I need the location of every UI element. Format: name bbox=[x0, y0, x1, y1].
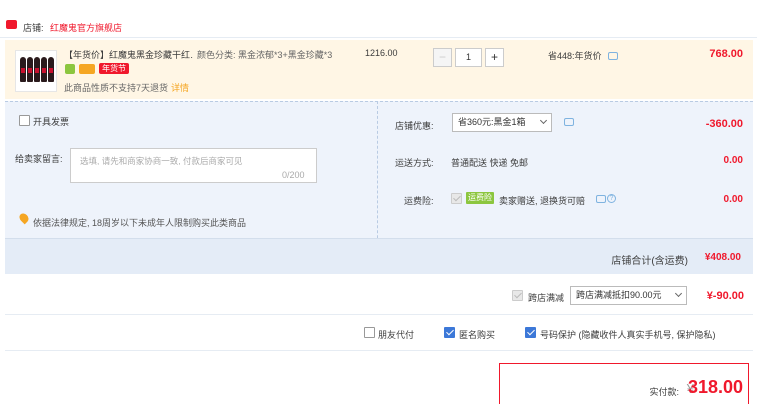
order-item-row: 【年货价】红魔鬼黑金珍藏干红… 年货节 此商品性质不支持7天退货 详情 颜色分类:… bbox=[5, 40, 753, 99]
insurance-desc: 卖家赠送, 退换货可赔 bbox=[499, 196, 586, 206]
store-discount-value: 省360元:黑金1箱 bbox=[458, 117, 526, 127]
friend-pay-label: 朋友代付 bbox=[378, 330, 415, 340]
privacy-label: 号码保护 (隐藏收件人真实手机号, 保护隐私) bbox=[540, 330, 716, 340]
anonymous-label: 匿名购买 bbox=[459, 330, 496, 340]
friend-pay-checkbox[interactable] bbox=[364, 327, 375, 338]
legal-notice: 依据法律规定, 18周岁以下未成年人限制购买此类商品 bbox=[33, 218, 247, 228]
chevron-down-icon bbox=[539, 116, 548, 125]
cross-store-select[interactable]: 跨店满减抵扣90.00元 bbox=[570, 286, 687, 305]
store-icon bbox=[6, 20, 17, 29]
final-amount: 318.00 bbox=[687, 377, 743, 397]
cross-store-label: 跨店满减 bbox=[528, 293, 565, 303]
cross-store-checkbox bbox=[512, 290, 523, 301]
item-total-price: 768.00 bbox=[709, 48, 743, 60]
help-icon[interactable]: ? bbox=[607, 194, 616, 203]
divider bbox=[5, 350, 753, 351]
store-discount-label: 店铺优惠: bbox=[395, 121, 434, 131]
subtotal-label: 店铺合计(含运费) bbox=[611, 256, 688, 267]
shipping-label: 运送方式: bbox=[395, 158, 434, 168]
insurance-checkbox bbox=[451, 193, 462, 204]
service-badge-icon bbox=[65, 64, 75, 74]
store-discount-select[interactable]: 省360元:黑金1箱 bbox=[452, 113, 552, 132]
insurance-tag: 运费险 bbox=[466, 192, 494, 204]
chat-icon[interactable] bbox=[564, 118, 574, 126]
store-name-link[interactable]: 红魔鬼官方旗舰店 bbox=[50, 21, 122, 34]
cross-store-amount: ¥-90.00 bbox=[706, 290, 744, 302]
unit-price: 1216.00 bbox=[365, 48, 398, 58]
product-thumbnail[interactable] bbox=[15, 50, 57, 92]
shipping-cost: 0.00 bbox=[723, 155, 743, 166]
return-policy-note: 此商品性质不支持7天退货 详情 bbox=[64, 81, 189, 94]
product-title-link[interactable]: 【年货价】红魔鬼黑金珍藏干红… bbox=[64, 48, 194, 61]
message-placeholder: 选填, 请先和商家协商一致, 付款后商家可见 bbox=[80, 156, 243, 166]
chat-icon[interactable] bbox=[596, 195, 606, 203]
quantity-increase-button[interactable]: + bbox=[485, 48, 504, 67]
saving-text: 省448:年货价 bbox=[548, 51, 602, 61]
cross-store-value: 跨店满减抵扣90.00元 bbox=[576, 290, 662, 300]
store-discount-amount: -360.00 bbox=[705, 118, 743, 130]
invoice-label: 开具发票 bbox=[33, 117, 70, 127]
shipping-method: 普通配送 快递 免邮 bbox=[451, 158, 529, 168]
store-header: 店铺: 红魔鬼官方旗舰店 bbox=[0, 14, 757, 38]
festival-badge: 年货节 bbox=[99, 63, 129, 74]
chevron-down-icon bbox=[674, 289, 683, 298]
privacy-checkbox[interactable] bbox=[525, 327, 536, 338]
final-label: 实付款: bbox=[649, 387, 679, 397]
store-label: 店铺: bbox=[23, 23, 44, 33]
message-label: 给卖家留言: bbox=[15, 154, 63, 164]
divider bbox=[5, 314, 753, 315]
quantity-decrease-button[interactable]: − bbox=[433, 48, 452, 67]
anonymous-checkbox[interactable] bbox=[444, 327, 455, 338]
chat-icon[interactable] bbox=[608, 52, 618, 60]
return-policy-text: 此商品性质不支持7天退货 bbox=[64, 83, 169, 93]
store-subtotal-bar: 店铺合计(含运费) ¥408.00 bbox=[5, 238, 753, 274]
subtotal-value: ¥408.00 bbox=[704, 252, 741, 263]
insurance-label: 运费险: bbox=[404, 196, 434, 206]
invoice-checkbox[interactable] bbox=[19, 115, 30, 126]
insurance-cost: 0.00 bbox=[723, 194, 743, 205]
quantity-input[interactable]: 1 bbox=[455, 48, 482, 67]
coupon-badge-icon bbox=[79, 64, 95, 74]
return-policy-detail-link[interactable]: 详情 bbox=[171, 83, 189, 93]
message-char-count: 0/200 bbox=[282, 170, 305, 180]
product-spec: 颜色分类: 黑金浓郁*3+黑金珍藏*3 bbox=[197, 50, 333, 60]
